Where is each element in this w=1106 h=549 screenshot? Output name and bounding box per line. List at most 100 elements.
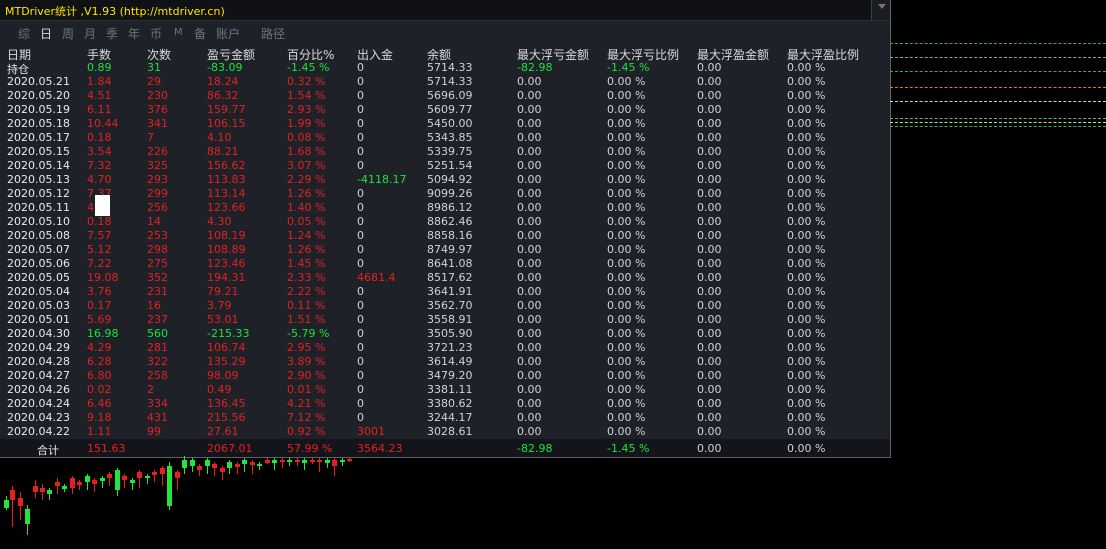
cell-count: 230 [147,89,168,102]
cell-flow: 4681.4 [357,271,396,284]
chart-candle-body [242,460,247,464]
cell-max_float_profit_pct: 0.00 % [787,271,826,284]
cell-lots: 0.17 [87,299,112,312]
cell-flow: 0 [357,341,364,354]
chart-candle-body [77,482,82,485]
tab-1[interactable]: 日 [40,25,52,42]
cell-max_float_loss_pct: 0.00 % [607,383,646,396]
tab-5[interactable]: 年 [128,25,140,42]
cell-max_float_profit: 0.00 [697,369,722,382]
tab-3[interactable]: 月 [84,25,96,42]
cell-pct: 2.22 % [287,285,326,298]
cell-max_float_loss_pct: 0.00 % [607,397,646,410]
cell-max_float_loss: 0.00 [517,299,542,312]
cell-count: 258 [147,369,168,382]
cell-max_float_profit_pct: 0.00 % [787,159,826,172]
cell-date: 2020.05.12 [7,187,70,200]
cell-flow: 0 [357,89,364,102]
cell-pct: 2.33 % [287,271,326,284]
cell-pnl: -215.33 [207,327,250,340]
cell-pct: 2.93 % [287,103,326,116]
chart-candle-body [317,460,322,462]
cell-balance: 8862.46 [427,215,473,228]
chart-candle-body [182,460,187,468]
cell-balance: 3505.90 [427,327,473,340]
cell-max_float_profit: 0.00 [697,187,722,200]
tab-10[interactable]: 路径 [261,25,285,42]
cell-flow: 0 [357,215,364,228]
cell-pnl: 136.45 [207,397,246,410]
cell-date: 2020.04.26 [7,383,70,396]
cell-balance: 8858.16 [427,229,473,242]
cell-max_float_profit_pct: 0.00 % [787,187,826,200]
tab-2[interactable]: 周 [62,25,74,42]
cell-balance: 5094.92 [427,173,473,186]
cell-max_float_loss: -82.98 [517,61,553,74]
cell-flow: 0 [357,61,364,74]
tab-4[interactable]: 季 [106,25,118,42]
total-max-float-profit: 0.00 [697,442,722,455]
chart-level-line [890,57,1106,58]
cell-flow: 0 [357,313,364,326]
cell-flow: -4118.17 [357,173,407,186]
cell-max_float_profit_pct: 0.00 % [787,117,826,130]
chart-candle-body [122,476,127,480]
cell-pct: -5.79 % [287,327,330,340]
cell-date: 2020.05.11 [7,201,70,214]
tab-9[interactable]: 账户 [216,25,240,42]
tab-6[interactable]: 币 [150,25,162,42]
cell-max_float_profit: 0.00 [697,257,722,270]
cell-max_float_profit_pct: 0.00 % [787,215,826,228]
collapse-arrow-icon[interactable] [871,0,890,20]
cell-max_float_profit_pct: 0.00 % [787,355,826,368]
cell-max_float_profit_pct: 0.00 % [787,173,826,186]
cell-count: 99 [147,425,161,438]
chart-candle-body [33,486,38,492]
chart-candle-body [257,464,262,466]
cell-pct: 0.01 % [287,383,326,396]
cell-date: 2020.05.10 [7,215,70,228]
cell-count: 376 [147,103,168,116]
chart-candle-body [220,468,225,472]
cell-pnl: -83.09 [207,61,243,74]
total-max-float-loss: -82.98 [517,442,553,455]
tab-7[interactable]: M [174,27,183,38]
tab-8[interactable]: 备 [194,25,206,42]
cell-pnl: 18.24 [207,75,239,88]
cell-flow: 0 [357,75,364,88]
cell-pct: 1.45 % [287,257,326,270]
cell-max_float_loss: 0.00 [517,201,542,214]
cell-max_float_profit: 0.00 [697,425,722,438]
cell-max_float_loss_pct: 0.00 % [607,369,646,382]
cell-count: 334 [147,397,168,410]
cell-balance: 8986.12 [427,201,473,214]
cell-flow: 0 [357,411,364,424]
cell-max_float_profit_pct: 0.00 % [787,61,826,74]
cell-count: 275 [147,257,168,270]
cell-flow: 0 [357,383,364,396]
chart-candle-wick [42,484,43,500]
cell-balance: 3381.11 [427,383,473,396]
cell-pnl: 4.10 [207,131,232,144]
cell-pnl: 0.49 [207,383,232,396]
cell-date: 2020.05.04 [7,285,70,298]
cell-date: 2020.05.13 [7,173,70,186]
cell-max_float_profit_pct: 0.00 % [787,145,826,158]
cell-pnl: 215.56 [207,411,246,424]
chart-candle-body [100,478,105,481]
cell-max_float_profit_pct: 0.00 % [787,383,826,396]
cell-date: 2020.05.03 [7,299,70,312]
cell-pct: 1.26 % [287,187,326,200]
total-pct: 57.99 % [287,442,333,455]
cell-max_float_loss: 0.00 [517,229,542,242]
chart-candle-body [10,490,15,500]
cell-pnl: 113.14 [207,187,246,200]
tab-0[interactable]: 综 [18,25,30,42]
chart-candle-body [25,509,30,524]
title-bar[interactable]: MTDriver统计 ,V1.93 (http://mtdriver.cn) [0,0,890,21]
cell-date: 2020.04.27 [7,369,70,382]
cell-lots: 6.80 [87,369,112,382]
cell-flow: 0 [357,243,364,256]
cell-balance: 5696.09 [427,89,473,102]
cell-flow: 0 [357,397,364,410]
